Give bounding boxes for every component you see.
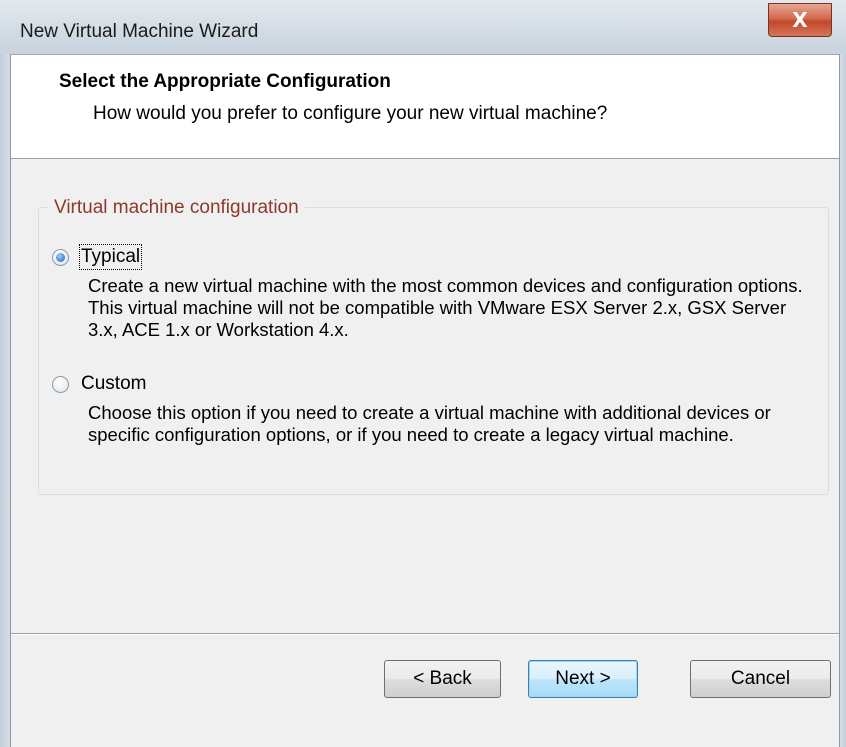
next-button[interactable]: Next > bbox=[528, 660, 638, 698]
window-frame-right bbox=[839, 54, 846, 747]
close-icon: X bbox=[792, 8, 808, 32]
page-title: Select the Appropriate Configuration bbox=[59, 71, 391, 92]
wizard-header: Select the Appropriate Configuration How… bbox=[11, 55, 839, 159]
typical-radio[interactable] bbox=[52, 248, 69, 266]
radio-selected-dot bbox=[56, 252, 65, 262]
configuration-groupbox bbox=[38, 207, 829, 495]
wizard-window: New Virtual Machine Wizard X Select the … bbox=[0, 0, 846, 747]
custom-description: Choose this option if you need to create… bbox=[88, 402, 771, 445]
typical-radio-label[interactable]: Typical bbox=[78, 244, 143, 270]
back-button[interactable]: < Back bbox=[384, 660, 501, 698]
window-title: New Virtual Machine Wizard bbox=[20, 21, 259, 42]
groupbox-legend: Virtual machine configuration bbox=[48, 197, 305, 219]
typical-option[interactable]: Typical bbox=[52, 244, 143, 270]
custom-option[interactable]: Custom bbox=[52, 373, 146, 395]
page-subtitle: How would you prefer to configure your n… bbox=[93, 103, 608, 124]
window-frame-left bbox=[0, 54, 11, 747]
button-separator bbox=[11, 633, 839, 635]
custom-radio[interactable] bbox=[52, 375, 69, 393]
close-button[interactable]: X bbox=[768, 3, 832, 37]
custom-radio-label[interactable]: Custom bbox=[81, 373, 146, 395]
cancel-button[interactable]: Cancel bbox=[690, 660, 831, 698]
typical-description: Create a new virtual machine with the mo… bbox=[88, 275, 803, 340]
title-bar[interactable]: New Virtual Machine Wizard X bbox=[0, 0, 846, 55]
